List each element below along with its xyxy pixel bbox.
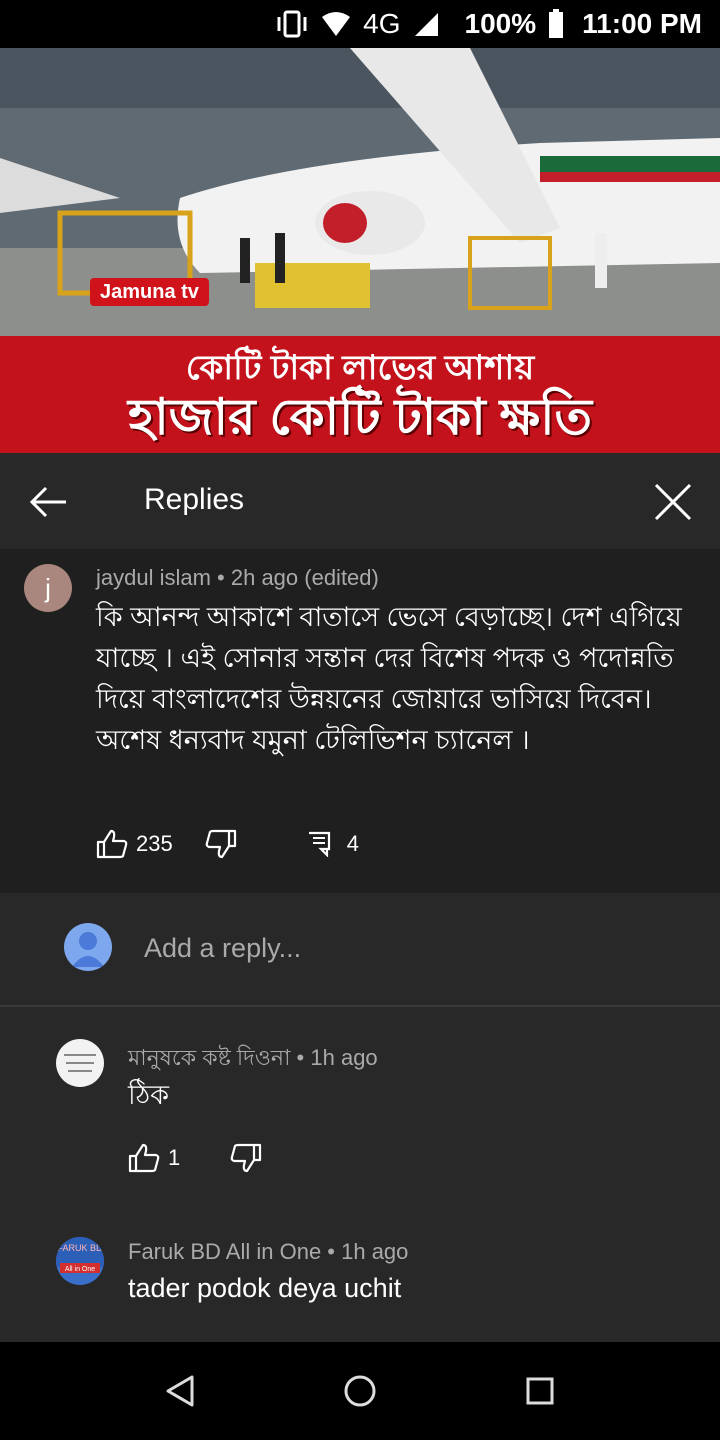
back-arrow-icon[interactable]	[26, 479, 72, 525]
avatar-text-top: FARUK BD	[57, 1243, 103, 1253]
like-button[interactable]: 1	[128, 1143, 180, 1173]
comment-meta: মানুষকে কষ্ট দিওনা • 1h ago	[128, 1045, 378, 1070]
like-count: 235	[136, 831, 173, 856]
signal-icon	[413, 11, 439, 37]
recents-icon[interactable]	[520, 1371, 560, 1411]
comment-actions: 1	[128, 1143, 262, 1173]
reply-input[interactable]: Add a reply...	[144, 933, 301, 964]
comment-text: কি আনন্দ আকাশে বাতাসে ভেসে বেড়াচ্ছে। দে…	[96, 602, 682, 755]
news-banner: কোটি টাকা লাভের আশায় হাজার কোটি টাকা ক্…	[0, 336, 720, 453]
battery-icon	[548, 9, 564, 39]
thumbs-down-icon	[230, 1143, 262, 1173]
replies-panel: Replies j jaydul islam • 2h ago (edited)…	[0, 453, 720, 1342]
comment-icon	[307, 831, 333, 857]
like-button[interactable]: 235	[96, 829, 173, 859]
comment-actions: 235 4	[96, 829, 359, 859]
close-icon[interactable]	[650, 479, 696, 525]
comment-text: tader podok deya uchit	[128, 1273, 402, 1303]
thumbs-down-icon	[205, 829, 237, 859]
like-count: 1	[168, 1145, 181, 1170]
thumbs-up-icon	[128, 1143, 160, 1173]
home-icon[interactable]	[340, 1371, 380, 1411]
vibrate-icon	[275, 9, 309, 39]
avatar[interactable]	[56, 1039, 104, 1087]
reply-count: 4	[346, 831, 359, 856]
user-avatar	[64, 923, 112, 971]
reply-count-button[interactable]: 4	[307, 831, 359, 857]
list-item: FARUK BD All in One Faruk BD All in One …	[0, 1235, 720, 1342]
headline-line-2: হাজার কোটি টাকা ক্ষতি	[127, 389, 593, 445]
clock: 11:00 PM	[582, 8, 702, 39]
thumbs-up-icon	[96, 829, 128, 859]
avatar[interactable]: j	[24, 564, 72, 612]
dislike-button[interactable]	[205, 829, 237, 859]
wifi-icon	[321, 11, 351, 37]
list-item: মানুষকে কষ্ট দিওনা • 1h ago ঠিক 1	[0, 1037, 720, 1217]
avatar-text-bottom: All in One	[65, 1266, 95, 1273]
dislike-button[interactable]	[230, 1143, 262, 1173]
battery-percent: 100%	[464, 8, 537, 39]
replies-header: Replies	[0, 453, 720, 549]
comment-text: ঠিক	[128, 1080, 170, 1110]
comment-meta: jaydul islam • 2h ago (edited)	[96, 565, 379, 590]
parent-comment: j jaydul islam • 2h ago (edited) কি আনন্…	[0, 549, 720, 893]
network-type: 4G	[363, 8, 401, 39]
page-title: Replies	[144, 483, 245, 516]
video-player[interactable]: Jamuna tv কোটি টাকা লাভের আশায় হাজার কো…	[0, 48, 720, 453]
system-nav-bar	[0, 1342, 720, 1440]
channel-logo: Jamuna tv	[90, 278, 209, 306]
add-reply-row[interactable]: Add a reply...	[0, 893, 720, 1007]
status-bar: 4G 100% 11:00 PM	[0, 0, 720, 48]
avatar[interactable]: FARUK BD All in One	[56, 1237, 104, 1285]
comment-meta: Faruk BD All in One • 1h ago	[128, 1239, 409, 1264]
back-icon[interactable]	[160, 1371, 200, 1411]
